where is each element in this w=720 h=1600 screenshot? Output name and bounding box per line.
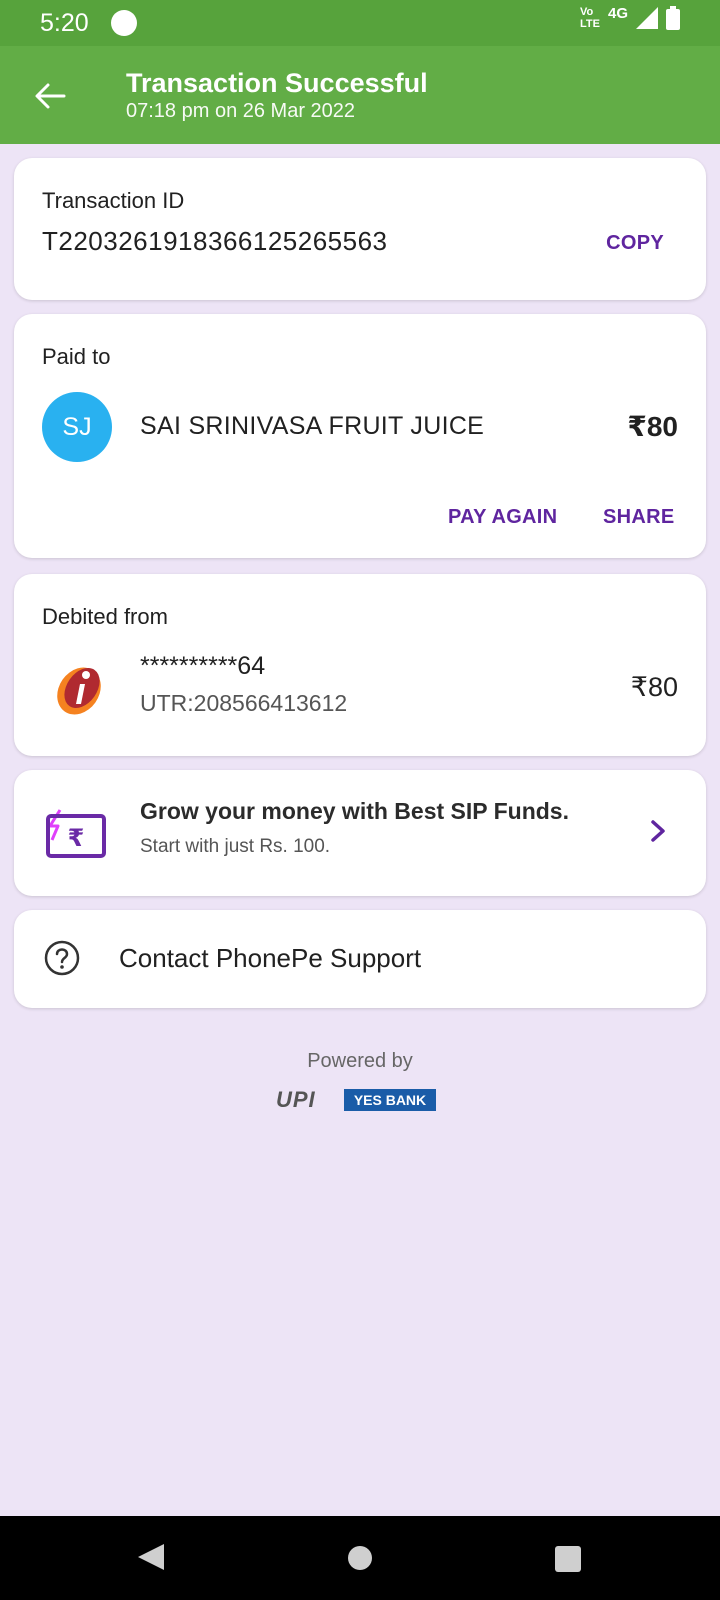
back-arrow-icon[interactable] [30,76,70,116]
promo-subtitle: Start with just Rs. 100. [140,836,331,857]
debited-from-label: Debited from [42,604,168,629]
nav-home-icon[interactable] [348,1546,372,1570]
chevron-right-icon[interactable] [646,816,670,846]
nav-back-icon[interactable] [136,1542,166,1572]
transaction-datetime: 07:18 pm on 26 Mar 2022 [126,100,356,122]
transaction-id-card: Transaction ID T2203261918366125265563 C… [14,158,706,300]
nav-recents-icon[interactable] [555,1546,581,1572]
sip-rupee-card-icon: ₹ [46,809,106,858]
avatar: SJ [42,392,112,462]
status-icons: Vo LTE 4G [580,4,680,30]
upi-logo: UPI [276,1087,316,1112]
svg-text:₹: ₹ [68,824,85,852]
battery-icon [666,6,680,30]
help-circle-icon [44,940,80,976]
paid-amount: ₹80 [627,411,678,442]
status-bar: 5:20 Vo LTE 4G [0,0,720,46]
promo-title: Grow your money with Best SIP Funds. [140,798,569,824]
paid-to-label: Paid to [42,344,111,369]
debited-from-card: Debited from **********64 UTR:2085664136… [14,574,706,756]
paid-to-card: Paid to SJ SAI SRINIVASA FRUIT JUICE ₹80… [14,314,706,558]
powered-by-text: Powered by [307,1050,413,1072]
debited-amount: ₹80 [630,672,678,702]
signal-icon [636,7,658,29]
status-time: 5:20 [40,8,89,37]
sip-promo-card[interactable]: ₹ Grow your money with Best SIP Funds. S… [14,770,706,896]
copy-button[interactable]: COPY [606,232,664,255]
transaction-id-label: Transaction ID [42,188,185,213]
app-header: Transaction Successful 07:18 pm on 26 Ma… [0,46,720,144]
payee-name: SAI SRINIVASA FRUIT JUICE [140,412,485,440]
pay-again-button[interactable]: PAY AGAIN [448,506,557,529]
network-type: 4G [607,4,628,22]
account-number: **********64 [140,652,266,680]
utr-number: UTR:208566413612 [140,690,348,716]
system-navigation-bar [0,1516,720,1600]
support-card[interactable]: Contact PhonePe Support [14,910,706,1008]
yes-bank-logo: YES BANK [344,1089,436,1111]
notification-dot-icon [110,10,137,36]
icici-bank-icon [57,667,101,715]
page-title: Transaction Successful [126,68,428,98]
contact-support-label: Contact PhonePe Support [119,943,422,973]
transaction-id-value: T2203261918366125265563 [42,226,388,256]
volte-icon: Vo LTE [580,6,600,30]
share-button[interactable]: SHARE [603,506,675,529]
partner-logos: UPI YES BANK [276,1086,442,1114]
